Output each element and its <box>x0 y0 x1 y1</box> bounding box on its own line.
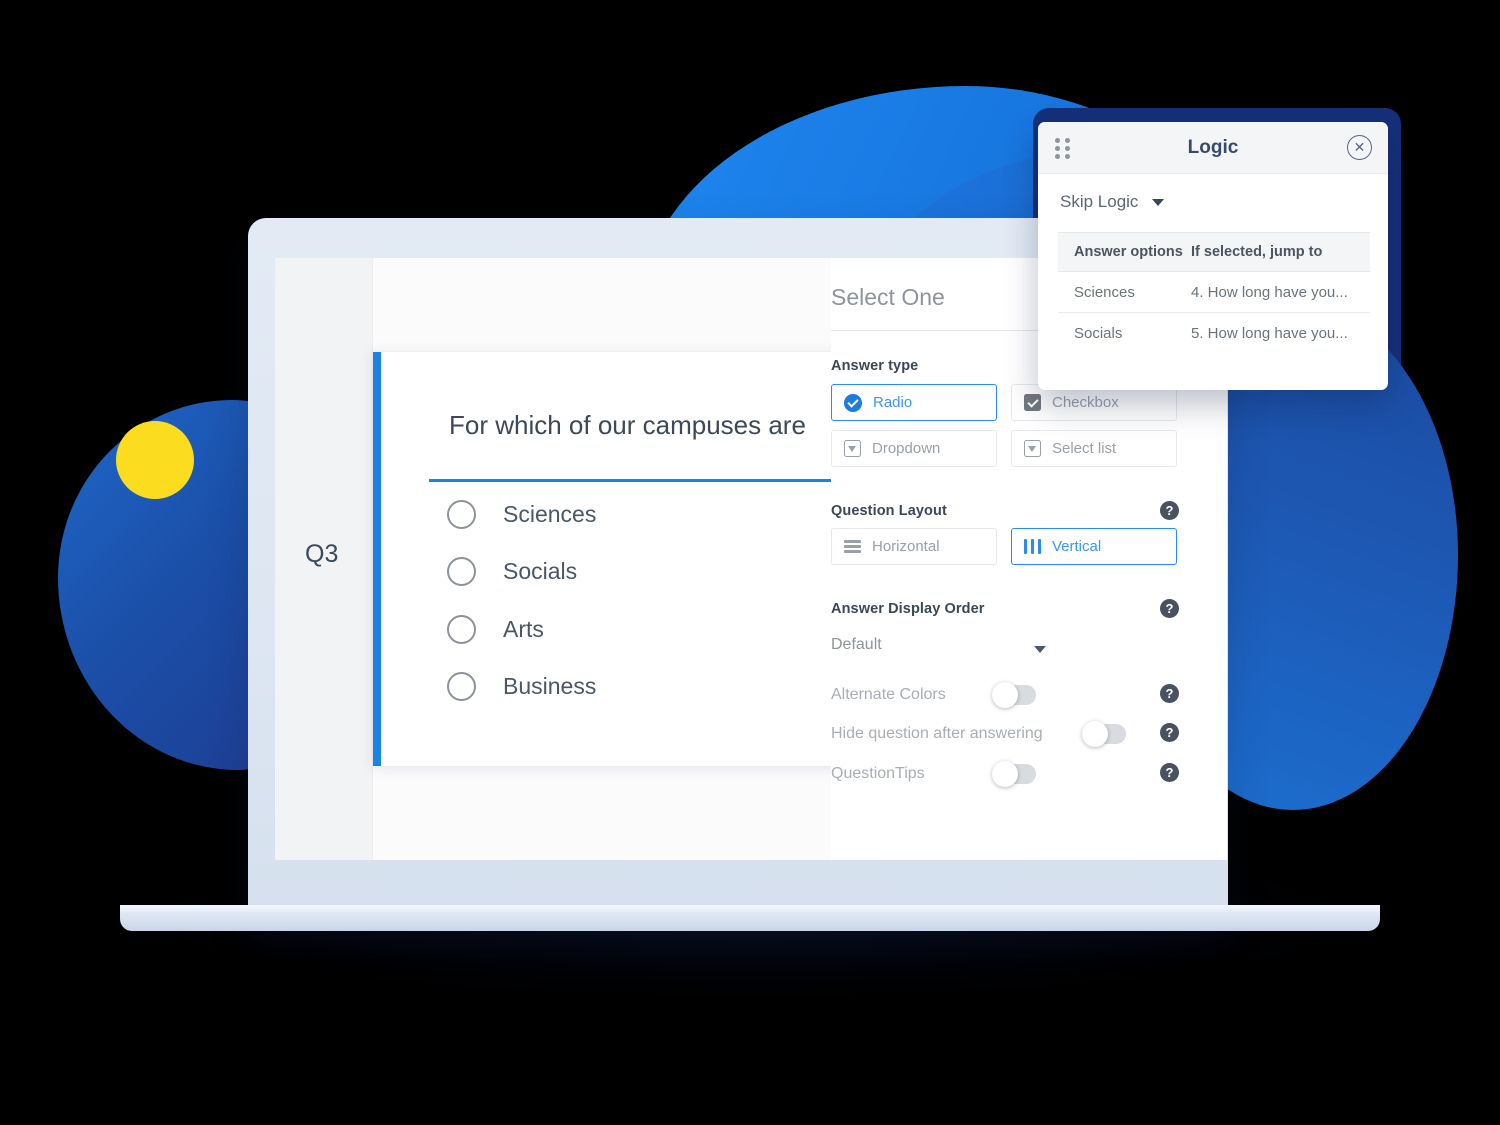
question-layout-heading: Question Layout <box>831 503 947 519</box>
answer-type-dropdown-label: Dropdown <box>872 440 941 457</box>
question-index-rail: Q3 <box>275 258 373 860</box>
rule-jump-target: 5. How long have you... <box>1191 325 1348 342</box>
skip-logic-label: Skip Logic <box>1060 192 1139 211</box>
skip-logic-selector[interactable]: Skip Logic <box>1060 192 1165 212</box>
radio-checked-icon <box>844 393 862 412</box>
answer-option-row[interactable]: Arts <box>447 615 544 644</box>
hide-question-toggle[interactable] <box>1082 721 1126 747</box>
answer-option-row[interactable]: Business <box>447 672 596 701</box>
hide-question-help-icon[interactable]: ? <box>1160 723 1179 742</box>
answer-type-radio-button[interactable]: Radio <box>831 384 997 421</box>
table-row[interactable]: Socials 5. How long have you... <box>1058 313 1370 354</box>
chevron-down-icon <box>1152 198 1165 206</box>
rule-answer-option: Sciences <box>1074 283 1135 301</box>
table-row[interactable]: Sciences 4. How long have you... <box>1058 272 1370 313</box>
layout-vertical-button[interactable]: Vertical <box>1011 528 1177 565</box>
alternate-colors-help-icon[interactable]: ? <box>1160 684 1179 703</box>
answer-option-label: Socials <box>503 558 578 584</box>
answer-type-dropdown-button[interactable]: Dropdown <box>831 430 997 467</box>
answer-option-label: Business <box>503 673 597 699</box>
answer-display-order-value: Default <box>831 636 882 653</box>
layout-horizontal-label: Horizontal <box>872 538 940 555</box>
column-header-answer-options: Answer options <box>1074 244 1183 260</box>
answer-type-radio-label: Radio <box>873 394 913 411</box>
checkbox-checked-icon <box>1024 394 1041 411</box>
answer-option-label: Sciences <box>503 501 597 527</box>
screenshot-canvas: Q3 For which of our campuses are Science… <box>0 0 1500 1125</box>
rule-answer-option: Socials <box>1074 325 1123 342</box>
question-number-label: Q3 <box>305 540 339 568</box>
logic-rules-table: Answer options If selected, jump to Scie… <box>1058 232 1370 354</box>
answer-type-checkbox-label: Checkbox <box>1052 394 1119 411</box>
panel-title: Select One <box>831 284 945 310</box>
question-tips-label: QuestionTips <box>831 765 925 782</box>
radio-button-icon[interactable] <box>447 672 476 701</box>
alternate-colors-label: Alternate Colors <box>831 686 946 703</box>
answer-display-order-heading: Answer Display Order <box>831 601 985 617</box>
answer-type-select-list-label: Select list <box>1052 440 1117 457</box>
question-tips-help-icon[interactable]: ? <box>1160 763 1179 782</box>
toggle-knob <box>1082 721 1108 747</box>
dropdown-icon <box>844 440 861 457</box>
answer-type-heading: Answer type <box>831 358 919 374</box>
rule-jump-target: 4. How long have you... <box>1191 283 1348 301</box>
logic-popup-header: Logic ✕ <box>1038 122 1388 174</box>
answer-display-order-help-icon[interactable]: ? <box>1160 599 1179 618</box>
question-tips-toggle[interactable] <box>992 761 1036 787</box>
chevron-down-icon <box>1034 646 1046 653</box>
column-header-jump-to: If selected, jump to <box>1191 244 1323 260</box>
question-layout-help-icon[interactable]: ? <box>1160 501 1179 520</box>
close-circle-icon[interactable]: ✕ <box>1347 135 1372 160</box>
toggle-knob <box>992 761 1018 787</box>
layout-horizontal-button[interactable]: Horizontal <box>831 528 997 565</box>
answer-display-order-select[interactable]: Default <box>831 636 1046 666</box>
answer-option-row[interactable]: Sciences <box>447 500 596 529</box>
radio-button-icon[interactable] <box>447 615 476 644</box>
answer-option-row[interactable]: Socials <box>447 557 577 586</box>
laptop-base-edge <box>120 905 1380 912</box>
radio-button-icon[interactable] <box>447 557 476 586</box>
layout-vertical-label: Vertical <box>1052 538 1102 555</box>
alternate-colors-toggle[interactable] <box>992 682 1036 708</box>
select-list-icon <box>1024 440 1041 457</box>
logic-popup-title: Logic <box>1187 137 1239 158</box>
vertical-bars-icon <box>1024 539 1041 554</box>
table-header-row: Answer options If selected, jump to <box>1058 232 1370 272</box>
answer-type-select-list-button[interactable]: Select list <box>1011 430 1177 467</box>
toggle-knob <box>992 682 1018 708</box>
logic-popup[interactable]: Logic ✕ Skip Logic Answer options If sel… <box>1038 122 1388 390</box>
question-card-accent-bar <box>373 352 381 766</box>
hide-question-label: Hide question after answering <box>831 725 1043 742</box>
radio-button-icon[interactable] <box>447 500 476 529</box>
answer-option-label: Arts <box>503 616 544 642</box>
horizontal-lines-icon <box>844 540 861 553</box>
